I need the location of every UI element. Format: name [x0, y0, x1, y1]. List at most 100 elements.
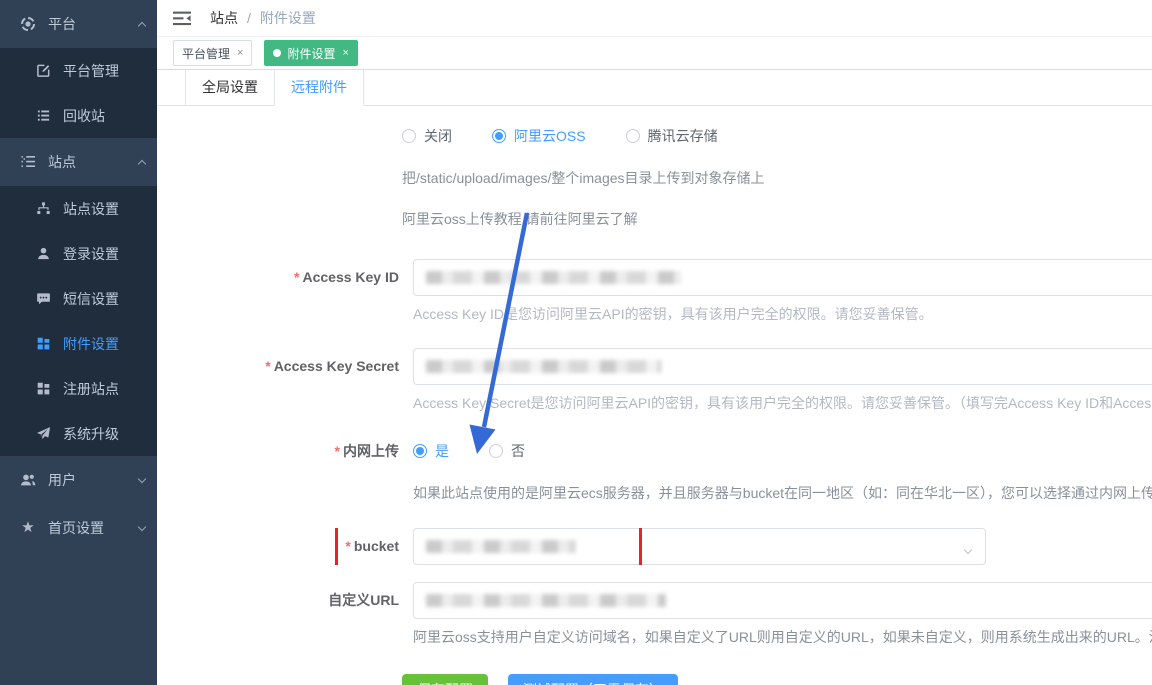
- sidebar-submenu-platform: 平台管理 回收站: [0, 48, 157, 138]
- radio-label: 腾讯云存储: [648, 126, 718, 146]
- storage-type-radio-group: 关闭 阿里云OSS 腾讯云存储: [157, 126, 1152, 146]
- sidebar-item-label: 首页设置: [48, 518, 139, 538]
- radio-label: 阿里云OSS: [514, 126, 586, 146]
- message-icon: [35, 291, 51, 307]
- radio-close[interactable]: 关闭: [402, 126, 452, 146]
- sidebar: 平台 平台管理 回收站 站点: [0, 0, 157, 685]
- access-key-secret-help: Access Key Secret是您访问阿里云API的密钥，具有该用户完全的权…: [413, 393, 1152, 413]
- list-icon: [35, 108, 51, 124]
- edit-icon: [35, 63, 51, 79]
- breadcrumb: 站点 / 附件设置: [210, 8, 316, 28]
- intranet-upload-row: *内网上传 是 否 如果此站点使用的是阿里云ecs服务器，并且服务器与bucke…: [157, 441, 1152, 503]
- custom-url-label: 自定义URL: [157, 582, 399, 619]
- sidebar-item-register-site[interactable]: 注册站点: [0, 366, 157, 411]
- required-mark: *: [294, 269, 299, 285]
- chevron-up-icon: [138, 160, 146, 168]
- bucket-select[interactable]: [413, 528, 986, 565]
- required-mark: *: [345, 538, 350, 554]
- chevron-down-icon: [965, 543, 971, 559]
- tag-attachment-settings[interactable]: 附件设置 ×: [264, 40, 357, 66]
- radio-no[interactable]: 否: [489, 441, 525, 461]
- custom-url-row: 自定义URL 阿里云oss支持用户自定义访问域名，如果自定义了URL则用自定义的…: [157, 582, 1152, 647]
- chevron-down-icon: [138, 474, 146, 482]
- access-key-id-input[interactable]: [413, 259, 1152, 296]
- navbar: 站点 / 附件设置: [157, 0, 1152, 37]
- radio-icon: [626, 129, 640, 143]
- tag-label: 附件设置: [287, 45, 335, 62]
- tutorial-hint: 阿里云oss上传教程,请前往阿里云了解: [157, 209, 1152, 229]
- radio-label: 关闭: [424, 126, 452, 146]
- access-key-secret-label: *Access Key Secret: [157, 348, 399, 385]
- breadcrumb-separator: /: [247, 10, 251, 26]
- bucket-row: *bucket: [157, 528, 1152, 565]
- sidebar-group-users[interactable]: 用户: [0, 456, 157, 504]
- sitemap-icon: [35, 201, 51, 217]
- radio-yes[interactable]: 是: [413, 441, 449, 461]
- sidebar-item-label: 用户: [48, 470, 139, 490]
- radio-checked-icon: [492, 129, 506, 143]
- radio-label: 是: [435, 441, 449, 461]
- sidebar-item-label: 回收站: [63, 106, 145, 126]
- sidebar-item-label: 短信设置: [63, 289, 145, 309]
- tag-platform-manage[interactable]: 平台管理 ×: [173, 40, 252, 66]
- active-dot-icon: [273, 49, 281, 57]
- sidebar-item-platform-manage[interactable]: 平台管理: [0, 48, 157, 93]
- close-icon[interactable]: ×: [342, 48, 348, 59]
- sidebar-item-site-settings[interactable]: 站点设置: [0, 186, 157, 231]
- redacted-value: [426, 360, 661, 373]
- site-list-icon: [20, 154, 36, 170]
- tab-global-settings[interactable]: 全局设置: [185, 70, 274, 106]
- redacted-value: [426, 540, 576, 553]
- intranet-upload-help: 如果此站点使用的是阿里云ecs服务器，并且服务器与bucket在同一地区（如：同…: [413, 483, 1152, 503]
- sidebar-item-label: 站点设置: [63, 199, 145, 219]
- sidebar-group-site[interactable]: 站点: [0, 138, 157, 186]
- breadcrumb-section[interactable]: 站点: [210, 8, 238, 28]
- radio-checked-icon: [413, 444, 427, 458]
- sidebar-item-sms-settings[interactable]: 短信设置: [0, 276, 157, 321]
- sidebar-item-system-upgrade[interactable]: 系统升级: [0, 411, 157, 456]
- required-mark: *: [265, 358, 270, 374]
- access-key-secret-row: *Access Key Secret Access Key Secret是您访问…: [157, 348, 1152, 413]
- custom-url-input[interactable]: [413, 582, 1152, 619]
- radio-label: 否: [511, 441, 525, 461]
- platform-icon: [20, 16, 36, 32]
- grid-icon: [35, 381, 51, 397]
- sidebar-group-platform[interactable]: 平台: [0, 0, 157, 48]
- hamburger-icon[interactable]: [173, 11, 193, 26]
- sidebar-item-label: 系统升级: [63, 424, 145, 444]
- sidebar-item-recycle-bin[interactable]: 回收站: [0, 93, 157, 138]
- tab-remote-attachment[interactable]: 远程附件: [274, 70, 364, 106]
- radio-icon: [489, 444, 503, 458]
- test-config-button[interactable]: 测试配置（无需保存）: [508, 674, 678, 685]
- chevron-down-icon: [138, 522, 146, 530]
- bucket-label: *bucket: [157, 528, 399, 565]
- radio-tencent-cos[interactable]: 腾讯云存储: [626, 126, 718, 146]
- required-mark: *: [335, 443, 340, 459]
- app-root: 平台 平台管理 回收站 站点: [0, 0, 1152, 685]
- sidebar-item-label: 注册站点: [63, 379, 145, 399]
- main-area: 站点 / 附件设置 平台管理 × 附件设置 × 全局设置 远程附件: [157, 0, 1152, 685]
- tags-view: 平台管理 × 附件设置 ×: [157, 37, 1152, 70]
- access-key-id-help: Access Key ID是您访问阿里云API的密钥，具有该用户完全的权限。请您…: [413, 304, 1152, 324]
- save-config-button[interactable]: 保存配置: [402, 674, 488, 685]
- chevron-up-icon: [138, 22, 146, 30]
- sidebar-item-label: 登录设置: [63, 244, 145, 264]
- close-icon[interactable]: ×: [237, 48, 243, 59]
- star-icon: ★: [20, 520, 36, 536]
- send-icon: [35, 426, 51, 442]
- access-key-secret-input[interactable]: [413, 348, 1152, 385]
- intranet-upload-label: *内网上传: [157, 441, 399, 460]
- radio-icon: [402, 129, 416, 143]
- user-icon: [35, 246, 51, 262]
- radio-aliyun-oss[interactable]: 阿里云OSS: [492, 126, 586, 146]
- remote-attachment-form: 关闭 阿里云OSS 腾讯云存储 把/static/upload/images/整…: [157, 106, 1152, 685]
- redacted-value: [426, 271, 681, 284]
- sidebar-item-login-settings[interactable]: 登录设置: [0, 231, 157, 276]
- sidebar-submenu-site: 站点设置 登录设置 短信设置 附件设置: [0, 186, 157, 456]
- sidebar-item-attachment-settings[interactable]: 附件设置: [0, 321, 157, 366]
- tag-label: 平台管理: [182, 45, 230, 62]
- sidebar-item-label: 平台管理: [63, 61, 145, 81]
- sidebar-group-homepage-settings[interactable]: ★ 首页设置: [0, 504, 157, 552]
- form-actions: 保存配置 测试配置（无需保存）: [157, 674, 1152, 685]
- tabs-header: 全局设置 远程附件: [157, 70, 1152, 106]
